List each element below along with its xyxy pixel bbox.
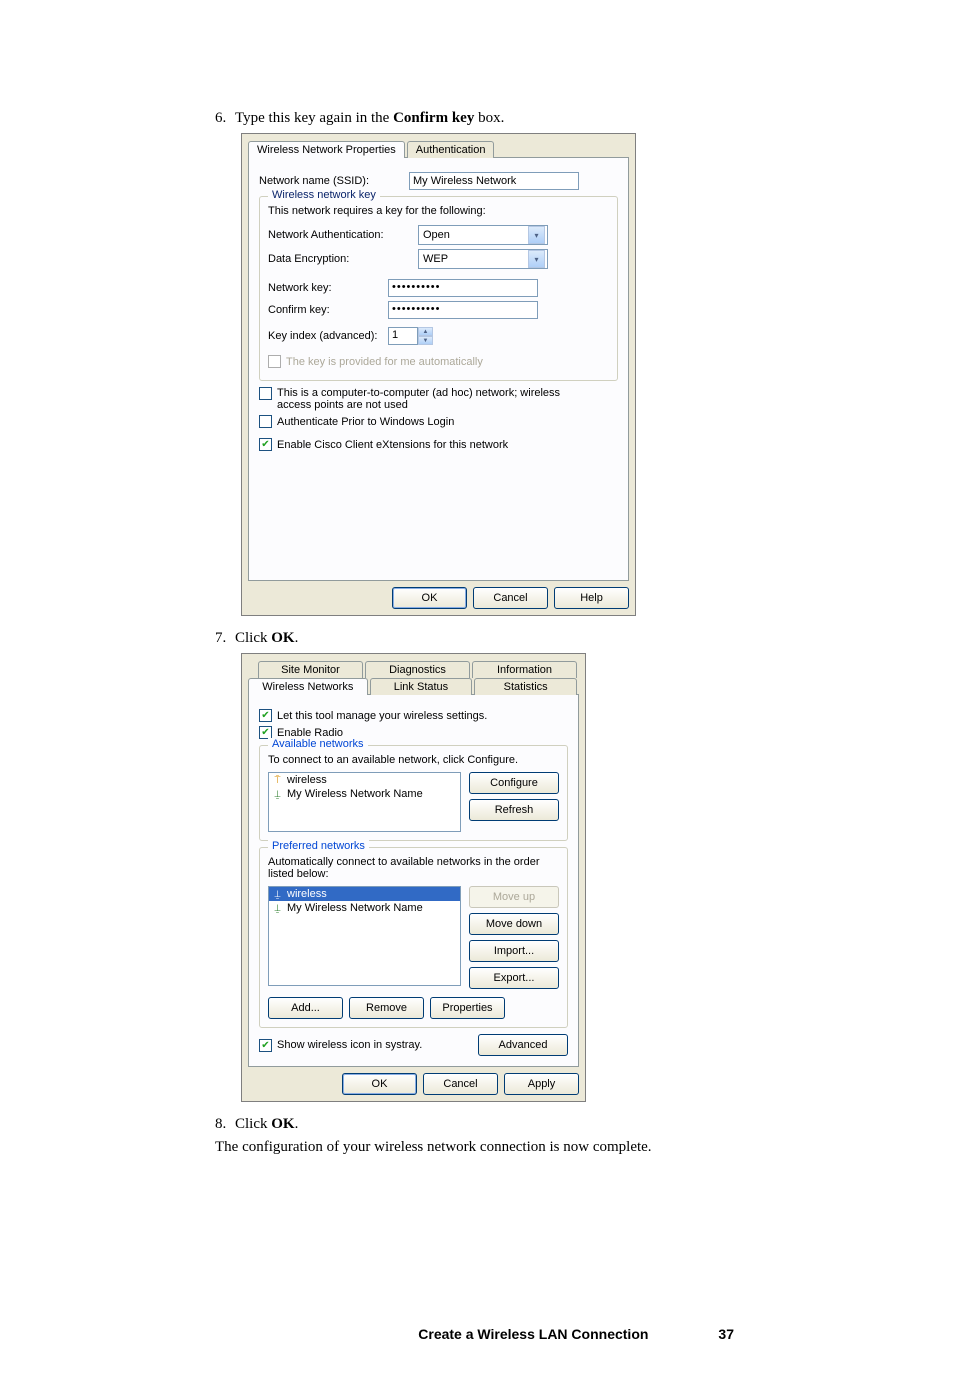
auto-key-label: The key is provided for me automatically	[286, 356, 483, 368]
tab-diagnostics[interactable]: Diagnostics	[365, 661, 470, 678]
refresh-button[interactable]: Refresh	[469, 799, 559, 821]
cisco-label: Enable Cisco Client eXtensions for this …	[277, 439, 508, 451]
step-number: 8.	[215, 1116, 235, 1133]
cisco-checkbox[interactable]: ✔	[259, 438, 272, 451]
adhoc-checkbox[interactable]	[259, 387, 272, 400]
chevron-down-icon: ▾	[528, 226, 545, 244]
tab-site-monitor[interactable]: Site Monitor	[258, 661, 363, 678]
confirm-key-input[interactable]: ••••••••••	[388, 301, 538, 319]
remove-button[interactable]: Remove	[349, 997, 424, 1019]
tab-wireless-networks[interactable]: Wireless Networks	[248, 678, 368, 695]
available-networks-title: Available networks	[268, 738, 368, 750]
footer-title: Create a Wireless LAN Connection	[418, 1326, 648, 1342]
list-item[interactable]: ⍊ wireless	[269, 887, 460, 901]
adhoc-label: This is a computer-to-computer (ad hoc) …	[277, 387, 577, 411]
auth-prior-label: Authenticate Prior to Windows Login	[277, 416, 454, 428]
move-up-button: Move up	[469, 886, 559, 908]
step-7: 7. Click OK.	[215, 630, 834, 647]
wireless-properties-dialog: Wireless Network Properties Authenticati…	[241, 133, 636, 616]
antenna-icon: ⍑	[272, 775, 283, 786]
spinner-up-icon[interactable]: ▲	[418, 327, 433, 336]
systray-checkbox[interactable]: ✔	[259, 1039, 272, 1052]
available-networks-list[interactable]: ⍑ wireless ⍊ My Wireless Network Name	[268, 772, 461, 832]
cancel-button[interactable]: Cancel	[423, 1073, 498, 1095]
properties-button[interactable]: Properties	[430, 997, 505, 1019]
configure-button[interactable]: Configure	[469, 772, 559, 794]
preferred-networks-list[interactable]: ⍊ wireless ⍊ My Wireless Network Name	[268, 886, 461, 986]
move-down-button[interactable]: Move down	[469, 913, 559, 935]
step-8: 8. Click OK.	[215, 1116, 834, 1133]
tab-wireless-properties[interactable]: Wireless Network Properties	[248, 141, 405, 158]
add-button[interactable]: Add...	[268, 997, 343, 1019]
tab-information[interactable]: Information	[472, 661, 577, 678]
keyidx-label: Key index (advanced):	[268, 330, 388, 342]
step-text: Type this key again in the Confirm key b…	[235, 110, 504, 127]
list-item[interactable]: ⍑ wireless	[269, 773, 460, 787]
systray-label: Show wireless icon in systray.	[277, 1039, 422, 1051]
antenna-icon: ⍊	[272, 789, 283, 800]
tab-link-status[interactable]: Link Status	[370, 678, 473, 695]
list-item[interactable]: ⍊ My Wireless Network Name	[269, 787, 460, 801]
tab-authentication[interactable]: Authentication	[407, 141, 495, 158]
import-button[interactable]: Import...	[469, 940, 559, 962]
export-button[interactable]: Export...	[469, 967, 559, 989]
apply-button[interactable]: Apply	[504, 1073, 579, 1095]
auth-label: Network Authentication:	[268, 229, 418, 241]
netkey-label: Network key:	[268, 282, 388, 294]
group-wireless-key: Wireless network key	[268, 189, 380, 201]
ok-button[interactable]: OK	[342, 1073, 417, 1095]
auth-select[interactable]: Open ▾	[418, 225, 548, 245]
confkey-label: Confirm key:	[268, 304, 388, 316]
page-footer: Create a Wireless LAN Connection 37	[215, 1326, 834, 1342]
step-text: Click OK.	[235, 630, 298, 647]
preferred-networks-title: Preferred networks	[268, 840, 369, 852]
ssid-input[interactable]	[409, 172, 579, 190]
let-tool-label: Let this tool manage your wireless setti…	[277, 710, 487, 722]
encryption-select[interactable]: WEP ▾	[418, 249, 548, 269]
page-number: 37	[718, 1326, 734, 1342]
requires-text: This network requires a key for the foll…	[268, 205, 609, 217]
auto-key-checkbox	[268, 355, 281, 368]
antenna-icon: ⍊	[272, 889, 283, 900]
advanced-button[interactable]: Advanced	[478, 1034, 568, 1056]
ssid-label: Network name (SSID):	[259, 175, 409, 187]
ok-button[interactable]: OK	[392, 587, 467, 609]
network-key-input[interactable]: ••••••••••	[388, 279, 538, 297]
antenna-icon: ⍊	[272, 903, 283, 914]
enable-radio-label: Enable Radio	[277, 727, 343, 739]
chevron-down-icon: ▾	[528, 250, 545, 268]
step-6: 6. Type this key again in the Confirm ke…	[215, 110, 834, 127]
let-tool-checkbox[interactable]: ✔	[259, 709, 272, 722]
closing-text: The configuration of your wireless netwo…	[215, 1139, 834, 1156]
wireless-networks-dialog: Site Monitor Diagnostics Information Wir…	[241, 653, 586, 1102]
help-button[interactable]: Help	[554, 587, 629, 609]
available-desc: To connect to an available network, clic…	[268, 754, 559, 766]
step-number: 6.	[215, 110, 235, 127]
spinner-down-icon[interactable]: ▼	[418, 336, 433, 345]
auth-prior-checkbox[interactable]	[259, 415, 272, 428]
list-item[interactable]: ⍊ My Wireless Network Name	[269, 901, 460, 915]
step-text: Click OK.	[235, 1116, 298, 1133]
enc-label: Data Encryption:	[268, 253, 418, 265]
preferred-desc: Automatically connect to available netwo…	[268, 856, 559, 880]
key-index-stepper[interactable]: 1 ▲ ▼	[388, 327, 433, 345]
cancel-button[interactable]: Cancel	[473, 587, 548, 609]
step-number: 7.	[215, 630, 235, 647]
tab-statistics[interactable]: Statistics	[474, 678, 577, 695]
